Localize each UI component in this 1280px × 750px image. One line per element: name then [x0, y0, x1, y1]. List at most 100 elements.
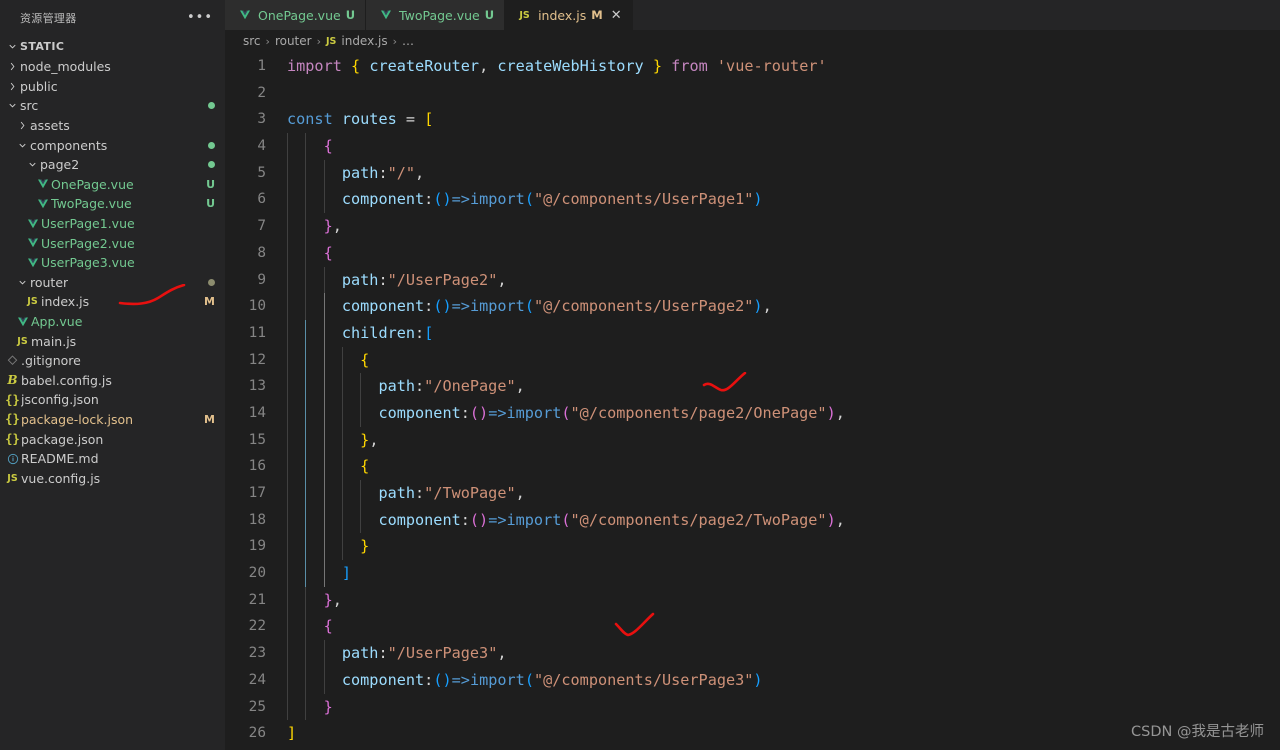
- vue-icon: [14, 316, 31, 328]
- tree-item-components[interactable]: components: [0, 135, 225, 155]
- tree-item-onepage-vue[interactable]: OnePage.vue U: [0, 175, 225, 195]
- line-number: 18: [248, 511, 266, 528]
- line-number: 4: [257, 138, 266, 155]
- js-icon: JS: [519, 9, 530, 21]
- tree-item-label: main.js: [31, 333, 77, 349]
- tree-item-assets[interactable]: assets: [0, 116, 225, 136]
- line-text: path:"/UserPage3",: [287, 640, 1280, 667]
- breadcrumb-part[interactable]: …: [402, 34, 414, 48]
- chevron-right-icon: [4, 61, 20, 72]
- code-line: 13 path:"/OnePage",: [225, 373, 1280, 400]
- tab-status-badge: M: [591, 8, 603, 22]
- tree-item-status-badge: M: [204, 412, 215, 426]
- tree-item-userpage2-vue[interactable]: UserPage2.vue: [0, 233, 225, 253]
- explorer-header: 资源管理器 •••: [0, 0, 225, 35]
- line-text: {: [287, 239, 1280, 267]
- tree-item-label: babel.config.js: [21, 372, 112, 388]
- line-text: ]: [287, 560, 1280, 587]
- tab-label: TwoPage.vue: [399, 7, 480, 23]
- tab-onepage-vue[interactable]: OnePage.vue U: [225, 0, 367, 30]
- tree-item-label: App.vue: [31, 314, 83, 330]
- tree-item-package-lock-json[interactable]: {} package-lock.json M: [0, 410, 225, 430]
- workspace-root-row[interactable]: STATIC: [0, 35, 225, 57]
- line-text: {: [287, 613, 1280, 641]
- vue-icon: [34, 178, 51, 190]
- tree-item-page2[interactable]: page2: [0, 155, 225, 175]
- code-line: 25 }: [225, 693, 1280, 721]
- tree-item-twopage-vue[interactable]: TwoPage.vue U: [0, 194, 225, 214]
- tree-item-label: public: [20, 78, 58, 94]
- tree-item-userpage3-vue[interactable]: UserPage3.vue: [0, 253, 225, 273]
- code-line: 2: [225, 80, 1280, 107]
- chevron-down-icon: [4, 100, 20, 111]
- line-number: 6: [257, 191, 266, 208]
- tree-item-vue-config-js[interactable]: JS vue.config.js: [0, 468, 225, 488]
- line-text: },: [287, 586, 1280, 614]
- line-text: component:()=>import("@/components/UserP…: [287, 293, 1280, 320]
- tree-item-status-dot: [208, 161, 215, 169]
- tree-item-app-vue[interactable]: App.vue: [0, 312, 225, 332]
- line-number: 8: [257, 244, 266, 261]
- breadcrumb-part[interactable]: router: [275, 34, 312, 48]
- tree-item-label: router: [30, 274, 69, 290]
- breadcrumb-part[interactable]: index.js: [341, 34, 387, 48]
- vscode-window: 资源管理器 ••• STATIC node_modules public src as…: [0, 0, 1280, 750]
- json-icon: {}: [5, 392, 20, 407]
- tree-item-src[interactable]: src: [0, 96, 225, 116]
- js-icon: JS: [27, 296, 38, 308]
- breadcrumb-part[interactable]: src: [243, 34, 261, 48]
- tree-item-index-js[interactable]: JS index.js M: [0, 292, 225, 312]
- code-line: 18 component:()=>import("@/components/pa…: [225, 506, 1280, 534]
- tree-item-status-badge: M: [204, 295, 215, 309]
- tab-status-badge: U: [345, 8, 356, 22]
- indent-guides: [287, 560, 1280, 587]
- line-number: 12: [248, 351, 266, 368]
- line-text: path:"/OnePage",: [287, 373, 1280, 400]
- tree-item-label: README.md: [21, 451, 99, 467]
- line-text: children:[: [287, 319, 1280, 347]
- tree-item-jsconfig-json[interactable]: {} jsconfig.json: [0, 390, 225, 410]
- line-number: 13: [248, 378, 266, 395]
- tab-index-js[interactable]: JS index.js M ✕: [505, 0, 633, 30]
- tree-item-babel-config-js[interactable]: Bbabel.config.js: [0, 371, 225, 391]
- tree-item-package-json[interactable]: {} package.json: [0, 429, 225, 449]
- line-text: {: [287, 133, 1280, 160]
- tree-item-label: jsconfig.json: [21, 392, 99, 408]
- vue-icon: [236, 9, 253, 21]
- line-text: {: [287, 453, 1280, 481]
- line-text: }: [287, 533, 1280, 561]
- tab-twopage-vue[interactable]: TwoPage.vue U: [366, 0, 506, 30]
- tree-item-readme-md[interactable]: README.md: [0, 449, 225, 469]
- indent-guides: [287, 693, 1280, 721]
- tree-item-status-badge: U: [206, 177, 215, 191]
- editor-tabbar: OnePage.vue U TwoPage.vue U JS index.js M ✕: [225, 0, 1280, 30]
- indent-guides: [287, 586, 1280, 614]
- tree-item-main-js[interactable]: JS main.js: [0, 331, 225, 351]
- tree-item-userpage1-vue[interactable]: UserPage1.vue: [0, 214, 225, 234]
- tree-item-label: TwoPage.vue: [51, 196, 132, 212]
- line-text: path:"/",: [287, 159, 1280, 187]
- line-number: 2: [257, 84, 266, 101]
- chevron-right-icon: [4, 81, 20, 92]
- code-line: 21 },: [225, 586, 1280, 614]
- indent-guides: [287, 213, 1280, 240]
- close-icon[interactable]: ✕: [611, 9, 622, 22]
- tree-item-node-modules[interactable]: node_modules: [0, 57, 225, 77]
- line-number: 25: [248, 698, 266, 715]
- indent-guides: [287, 426, 1280, 454]
- indent-guides: [287, 613, 1280, 641]
- code-line: 6 component:()=>import("@/components/Use…: [225, 186, 1280, 214]
- line-text: }: [287, 693, 1280, 721]
- js-icon: JS: [7, 472, 18, 484]
- vue-icon: [34, 198, 51, 210]
- tree-item-public[interactable]: public: [0, 77, 225, 97]
- code-editor[interactable]: 1 import { createRouter, createWebHistory…: [225, 52, 1280, 750]
- workspace-name: STATIC: [20, 39, 65, 53]
- file-tree: node_modules public src assets components pag…: [0, 57, 225, 488]
- code-line: 23 path:"/UserPage3",: [225, 640, 1280, 667]
- tree-item--gitignore[interactable]: .gitignore: [0, 351, 225, 371]
- line-text: component:()=>import("@/components/page2…: [287, 399, 1280, 427]
- tree-item-router[interactable]: router: [0, 273, 225, 293]
- line-number: 11: [248, 324, 266, 341]
- ellipsis-icon[interactable]: •••: [187, 11, 219, 24]
